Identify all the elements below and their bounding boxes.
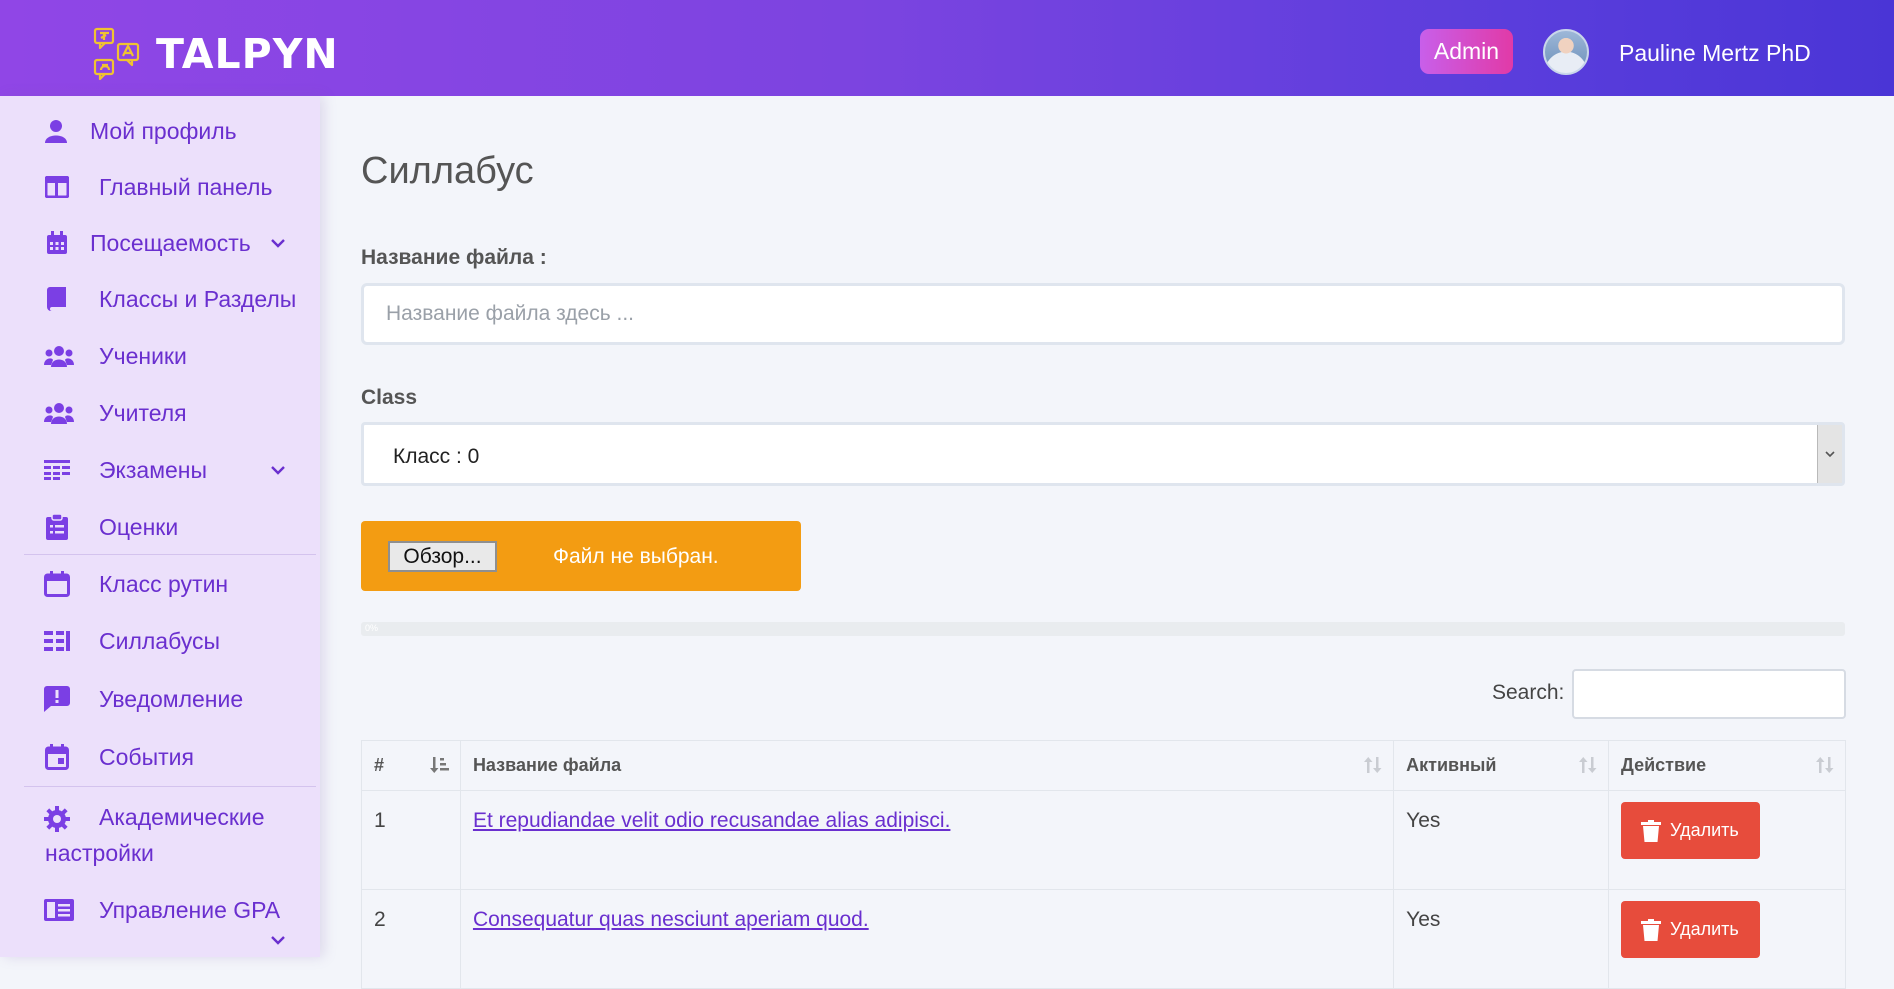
sidebar-divider — [24, 554, 316, 555]
file-link[interactable]: Consequatur quas nesciunt aperiam quod. — [473, 908, 869, 931]
sidebar-item-label: События — [99, 743, 194, 770]
sidebar-divider — [24, 786, 316, 787]
users-icon — [44, 400, 74, 426]
sidebar-item-label: Управление GPA — [99, 896, 281, 923]
sidebar-item-label-line1: Академические — [99, 804, 265, 830]
sidebar-item-label: Уведомление — [99, 685, 244, 712]
table-row: 1 Et repudiandae velit odio recusandae a… — [361, 790, 1846, 890]
chevron-down-icon[interactable] — [269, 931, 287, 949]
users-icon — [44, 343, 74, 369]
clipboard-icon — [44, 514, 70, 540]
sort-icon — [1579, 757, 1597, 773]
sidebar: Мой профиль Главный панель Посещаемость … — [0, 96, 320, 957]
top-header: TALPYN Admin Pauline Mertz PhD — [0, 0, 1894, 96]
column-header-number[interactable]: # — [361, 740, 461, 791]
file-link[interactable]: Et repudiandae velit odio recusandae ali… — [473, 809, 950, 832]
column-header-file-name[interactable]: Название файла — [459, 740, 1395, 791]
file-status-text: Файл не выбран. — [553, 545, 719, 568]
delete-button[interactable]: Удалить — [1621, 901, 1761, 958]
browse-file-button[interactable]: Обзор... — [388, 541, 497, 572]
search-input[interactable] — [1572, 669, 1846, 719]
translate-logo-icon — [93, 27, 140, 81]
sidebar-item-label: Ученики — [99, 342, 187, 369]
role-badge[interactable]: Admin — [1420, 29, 1513, 74]
sidebar-item-students[interactable]: Ученики — [0, 338, 320, 374]
sidebar-item-label: Посещаемость — [90, 229, 251, 256]
table-header-row: # Название файла Активный Действие — [361, 740, 1846, 791]
brand-logo[interactable]: TALPYN — [92, 26, 339, 82]
main-content: Силлабус Название файла : Class Класс : … — [338, 96, 1872, 989]
sidebar-item-syllabuses[interactable]: Силлабусы — [0, 623, 320, 659]
sidebar-item-label: Экзамены — [99, 456, 208, 483]
sidebar-item-label: Главный панель — [99, 173, 273, 200]
id-card-icon — [44, 897, 74, 923]
search-label: Search: — [1492, 681, 1565, 704]
calendar-icon — [44, 230, 70, 256]
gear-icon — [44, 806, 70, 832]
row-active: Yes — [1393, 790, 1610, 890]
sidebar-item-label: Классы и Разделы — [99, 285, 297, 312]
row-number: 2 — [361, 889, 461, 989]
file-name-input[interactable] — [361, 283, 1845, 345]
sort-asc-icon — [429, 757, 449, 773]
dashboard-icon — [44, 174, 70, 200]
progress-text: 0% — [365, 623, 379, 633]
sidebar-item-label-line2: настройки — [45, 840, 154, 866]
sidebar-item-events[interactable]: События — [0, 739, 320, 775]
class-select[interactable]: Класс : 0 — [361, 422, 1845, 486]
book-icon — [44, 286, 70, 312]
trash-icon — [1641, 918, 1662, 941]
sidebar-item-academic-settings[interactable]: Академические настройки — [0, 798, 320, 874]
sidebar-item-classes-sections[interactable]: Классы и Разделы — [0, 281, 320, 317]
table-icon — [44, 457, 70, 483]
dropdown-arrow-icon[interactable] — [1817, 425, 1842, 483]
user-name[interactable]: Pauline Mertz PhD — [1619, 40, 1811, 67]
sidebar-item-dashboard[interactable]: Главный панель — [0, 169, 320, 205]
sidebar-item-label: Оценки — [99, 513, 179, 540]
sort-icon — [1364, 757, 1382, 773]
user-avatar[interactable] — [1543, 29, 1589, 75]
brand-name: TALPYN — [156, 30, 339, 78]
class-label: Class — [361, 386, 418, 409]
sidebar-item-notifications[interactable]: Уведомление — [0, 681, 320, 717]
chevron-down-icon[interactable] — [269, 461, 287, 479]
sidebar-item-label: Силлабусы — [99, 627, 221, 654]
upload-progress-bar: 0% — [361, 622, 1845, 636]
sidebar-item-teachers[interactable]: Учителя — [0, 395, 320, 431]
page-title: Силлабус — [361, 150, 534, 192]
sidebar-item-class-routine[interactable]: Класс рутин — [0, 566, 320, 602]
syllabus-table: # Название файла Активный Действие 1 Et … — [361, 740, 1846, 989]
calendar-blank-icon — [44, 571, 70, 597]
column-header-action[interactable]: Действие — [1608, 740, 1846, 791]
alert-message-icon — [44, 686, 70, 712]
trash-icon — [1641, 819, 1662, 842]
row-active: Yes — [1393, 889, 1610, 989]
table-row: 2 Consequatur quas nesciunt aperiam quod… — [361, 889, 1846, 989]
sort-icon — [1816, 757, 1834, 773]
sidebar-item-exams[interactable]: Экзамены — [0, 452, 320, 488]
chevron-down-icon[interactable] — [269, 234, 287, 252]
sidebar-item-grades[interactable]: Оценки — [0, 509, 320, 545]
class-select-value: Класс : 0 — [393, 445, 480, 468]
file-upload-bar[interactable]: Обзор... Файл не выбран. — [361, 521, 801, 591]
event-icon — [44, 744, 70, 770]
list-icon — [44, 628, 70, 654]
row-number: 1 — [361, 790, 461, 890]
sidebar-item-label: Учителя — [99, 399, 187, 426]
delete-button[interactable]: Удалить — [1621, 802, 1761, 859]
column-header-active[interactable]: Активный — [1393, 740, 1610, 791]
sidebar-item-label: Мой профиль — [90, 117, 237, 144]
sidebar-item-attendance[interactable]: Посещаемость — [0, 225, 320, 261]
sidebar-item-gpa-management[interactable]: Управление GPA — [0, 892, 320, 928]
file-name-label: Название файла : — [361, 246, 547, 269]
sidebar-item-label: Класс рутин — [99, 570, 229, 597]
sidebar-item-my-profile[interactable]: Мой профиль — [0, 113, 320, 149]
user-icon — [43, 118, 69, 144]
